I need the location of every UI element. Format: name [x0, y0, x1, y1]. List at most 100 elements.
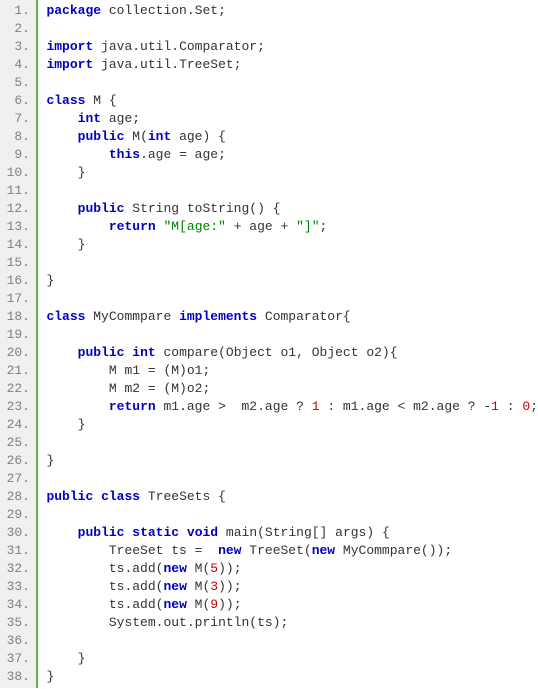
token-pln — [46, 111, 77, 126]
code-line[interactable]: import java.util.TreeSet; — [46, 56, 538, 74]
code-line[interactable]: } — [46, 650, 538, 668]
token-pln: )); — [218, 579, 241, 594]
code-line[interactable] — [46, 290, 538, 308]
code-line[interactable] — [46, 326, 538, 344]
token-kw: public — [78, 129, 125, 144]
token-kw: int — [132, 345, 155, 360]
line-number: 15. — [4, 254, 30, 272]
code-line[interactable] — [46, 632, 538, 650]
code-line[interactable]: return "M[age:" + age + "]"; — [46, 218, 538, 236]
code-line[interactable]: } — [46, 416, 538, 434]
token-pln: M( — [187, 597, 210, 612]
token-pln: TreeSet ts = — [46, 543, 218, 558]
line-number: 7. — [4, 110, 30, 128]
line-number: 36. — [4, 632, 30, 650]
code-line[interactable] — [46, 74, 538, 92]
code-line[interactable]: } — [46, 272, 538, 290]
token-num: 1 — [312, 399, 320, 414]
line-number: 26. — [4, 452, 30, 470]
token-pln: ts.add( — [46, 561, 163, 576]
line-number: 24. — [4, 416, 30, 434]
code-line[interactable] — [46, 470, 538, 488]
token-kw: public — [78, 201, 125, 216]
token-pln: System.out.println(ts); — [46, 615, 288, 630]
code-line[interactable]: public static void main(String[] args) { — [46, 524, 538, 542]
code-line[interactable]: class MyCommpare implements Comparator{ — [46, 308, 538, 326]
token-pln: )); — [218, 597, 241, 612]
code-line[interactable]: TreeSet ts = new TreeSet(new MyCommpare(… — [46, 542, 538, 560]
code-line[interactable]: ts.add(new M(5)); — [46, 560, 538, 578]
code-line[interactable] — [46, 254, 538, 272]
token-pln: M { — [85, 93, 116, 108]
code-block: 1.2.3.4.5.6.7.8.9.10.11.12.13.14.15.16.1… — [0, 0, 538, 688]
code-line[interactable]: } — [46, 452, 538, 470]
token-pln: String toString() { — [124, 201, 280, 216]
code-line[interactable]: import java.util.Comparator; — [46, 38, 538, 56]
line-number: 3. — [4, 38, 30, 56]
line-number: 19. — [4, 326, 30, 344]
code-line[interactable]: public M(int age) { — [46, 128, 538, 146]
code-line[interactable]: return m1.age > m2.age ? 1 : m1.age < m2… — [46, 398, 538, 416]
code-line[interactable]: public int compare(Object o1, Object o2)… — [46, 344, 538, 362]
token-kw: import — [46, 39, 93, 54]
line-number: 4. — [4, 56, 30, 74]
token-pln: } — [46, 273, 54, 288]
code-line[interactable] — [46, 20, 538, 38]
code-area[interactable]: package collection.Set; import java.util… — [38, 0, 538, 688]
line-number: 6. — [4, 92, 30, 110]
code-line[interactable]: public class TreeSets { — [46, 488, 538, 506]
token-pln: java.util.TreeSet; — [93, 57, 241, 72]
token-kw: new — [312, 543, 335, 558]
token-pln: .age = age; — [140, 147, 226, 162]
code-line[interactable]: ts.add(new M(9)); — [46, 596, 538, 614]
code-line[interactable]: M m2 = (M)o2; — [46, 380, 538, 398]
token-num: 9 — [210, 597, 218, 612]
code-line[interactable]: class M { — [46, 92, 538, 110]
code-line[interactable]: } — [46, 236, 538, 254]
token-pln: } — [46, 417, 85, 432]
token-kw: public — [78, 345, 125, 360]
token-pln: M m2 = (M)o2; — [46, 381, 210, 396]
code-line[interactable] — [46, 506, 538, 524]
code-line[interactable]: } — [46, 668, 538, 686]
token-kw: public — [46, 489, 93, 504]
line-number-gutter: 1.2.3.4.5.6.7.8.9.10.11.12.13.14.15.16.1… — [0, 0, 36, 688]
code-line[interactable]: System.out.println(ts); — [46, 614, 538, 632]
code-line[interactable]: } — [46, 164, 538, 182]
token-kw: this — [109, 147, 140, 162]
token-pln: java.util.Comparator; — [93, 39, 265, 54]
line-number: 11. — [4, 182, 30, 200]
line-number: 37. — [4, 650, 30, 668]
token-kw: class — [46, 93, 85, 108]
token-pln — [46, 219, 108, 234]
token-pln: M( — [124, 129, 147, 144]
line-number: 32. — [4, 560, 30, 578]
line-number: 9. — [4, 146, 30, 164]
token-pln — [46, 399, 108, 414]
token-pln: } — [46, 669, 54, 684]
line-number: 23. — [4, 398, 30, 416]
line-number: 21. — [4, 362, 30, 380]
line-number: 22. — [4, 380, 30, 398]
code-line[interactable]: package collection.Set; — [46, 2, 538, 20]
token-pln — [46, 129, 77, 144]
line-number: 10. — [4, 164, 30, 182]
code-line[interactable]: int age; — [46, 110, 538, 128]
token-kw: class — [101, 489, 140, 504]
token-kw: package — [46, 3, 101, 18]
line-number: 1. — [4, 2, 30, 20]
code-line[interactable] — [46, 434, 538, 452]
token-pln: } — [46, 165, 85, 180]
code-line[interactable]: M m1 = (M)o1; — [46, 362, 538, 380]
line-number: 30. — [4, 524, 30, 542]
code-line[interactable] — [46, 182, 538, 200]
token-pln: MyCommpare()); — [335, 543, 452, 558]
token-pln — [179, 525, 187, 540]
token-pln: TreeSets { — [140, 489, 226, 504]
token-pln — [46, 147, 108, 162]
code-line[interactable]: this.age = age; — [46, 146, 538, 164]
token-pln: collection.Set; — [101, 3, 226, 18]
code-line[interactable]: ts.add(new M(3)); — [46, 578, 538, 596]
line-number: 2. — [4, 20, 30, 38]
code-line[interactable]: public String toString() { — [46, 200, 538, 218]
